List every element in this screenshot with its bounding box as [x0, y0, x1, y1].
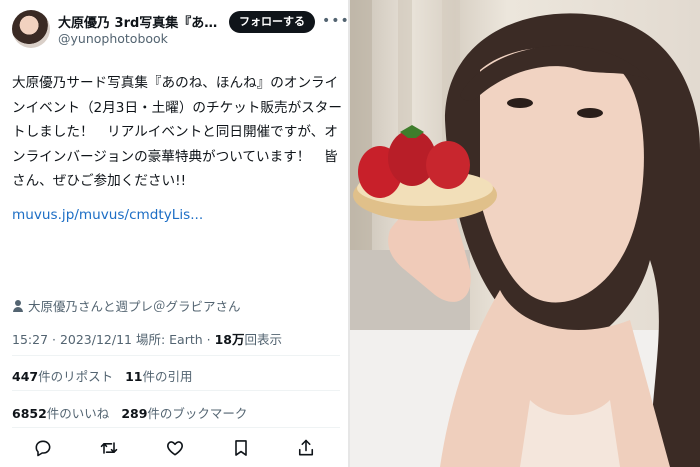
divider — [12, 355, 340, 356]
repost-icon[interactable] — [97, 436, 121, 460]
avatar[interactable] — [12, 10, 50, 48]
tagged-users[interactable]: 大原優乃さんと週プレ＠グラビアさん — [12, 296, 241, 315]
bookmarks-count: 289 — [121, 406, 148, 421]
tweet-panel: 大原優乃 3rd写真集『あのね、ほんね』 @yunophotobook フォロー… — [0, 0, 350, 467]
photo-illustration — [350, 0, 700, 467]
reply-icon[interactable] — [31, 436, 55, 460]
likes-label: 件のいいね — [46, 406, 110, 421]
divider — [12, 390, 340, 391]
tweet-link[interactable]: muvus.jp/muvus/cmdtyLis... — [12, 207, 203, 223]
display-name[interactable]: 大原優乃 3rd写真集『あのね、ほんね』 — [58, 12, 228, 31]
tagged-users-label: 大原優乃さんと週プレ＠グラビアさん — [28, 299, 241, 314]
share-icon[interactable] — [294, 436, 318, 460]
tweet-meta: 15:27 · 2023/12/11 場所: Earth · 18万回表示 — [12, 329, 282, 348]
like-bookmark-stats: 6852件のいいね 289件のブックマーク — [12, 403, 247, 422]
tweet-text: 大原優乃サード写真集『あのね、ほんね』のオンラインイベント（2月3日・土曜）のチ… — [12, 75, 342, 189]
repost-quote-stats: 447件のリポスト 11件の引用 — [12, 366, 193, 385]
bookmarks-label: 件のブックマーク — [147, 406, 248, 421]
likes-count: 6852 — [12, 406, 47, 421]
reposts-count: 447 — [12, 369, 39, 384]
views-count: 18万 — [214, 332, 245, 347]
more-horizontal-icon[interactable]: ••• — [322, 13, 350, 29]
person-icon — [12, 299, 24, 313]
action-bar — [0, 436, 348, 460]
user-handle[interactable]: @yunophotobook — [58, 31, 168, 46]
views-label: 回表示 — [244, 332, 283, 347]
likes-stat[interactable]: 6852件のいいね — [12, 406, 109, 421]
like-icon[interactable] — [163, 436, 187, 460]
bookmarks-stat[interactable]: 289件のブックマーク — [121, 406, 247, 421]
bookmark-icon[interactable] — [229, 436, 253, 460]
timestamp-location[interactable]: 15:27 · 2023/12/11 場所: Earth · — [12, 332, 215, 347]
quotes-count: 11 — [125, 369, 143, 384]
reposts-stat[interactable]: 447件のリポスト — [12, 369, 113, 384]
quotes-label: 件の引用 — [142, 369, 193, 384]
reposts-label: 件のリポスト — [38, 369, 114, 384]
photo[interactable] — [350, 0, 700, 467]
divider — [12, 427, 340, 428]
follow-button[interactable]: フォローする — [229, 11, 315, 33]
quotes-stat[interactable]: 11件の引用 — [125, 369, 192, 384]
